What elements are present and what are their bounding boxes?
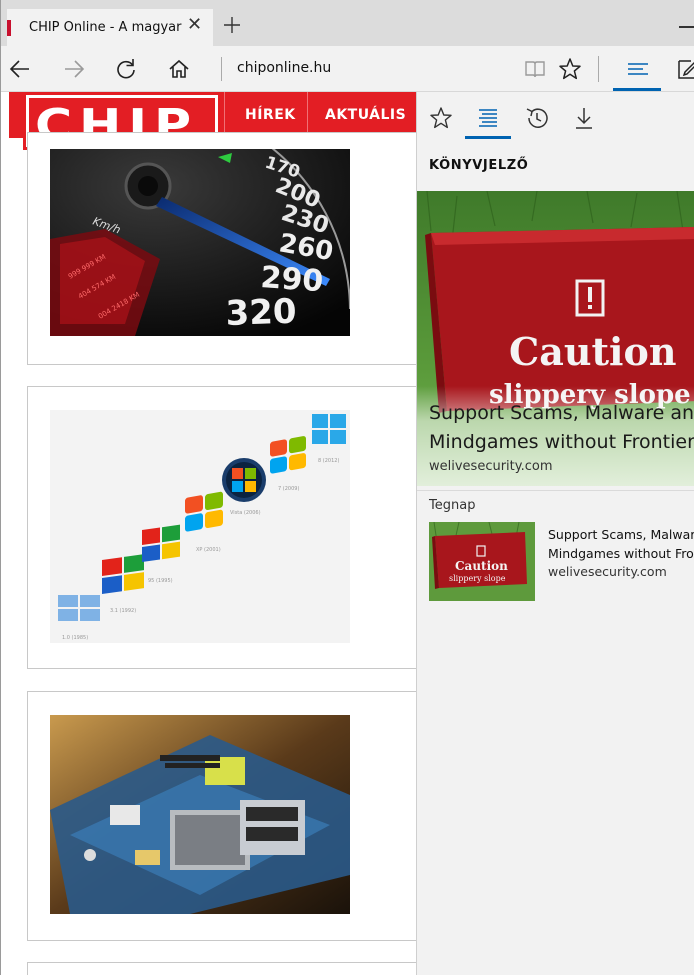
article-card[interactable]	[27, 962, 416, 975]
item-source: welivesecurity.com	[548, 564, 667, 579]
section-label-yesterday: Tegnap	[429, 498, 476, 513]
favorite-star-icon[interactable]	[557, 56, 583, 82]
back-icon[interactable]	[7, 56, 33, 82]
featured-title: Support Scams, Malware and Mindgames wit…	[429, 399, 694, 457]
item-title: Support Scams, Malware and Mindgames wit…	[548, 525, 694, 563]
tab-title: CHIP Online - A magyar	[29, 20, 182, 35]
tab-bar: CHIP Online - A magyar ✕	[1, 0, 694, 46]
article-card[interactable]	[27, 691, 416, 941]
reading-list-icon[interactable]	[474, 104, 502, 132]
web-note-icon[interactable]	[675, 56, 694, 82]
web-page: HÍREK AKTUÁLIS CHIP 999 999 KM 404 574 K…	[1, 92, 416, 975]
hub-active-indicator	[613, 88, 661, 91]
toolbar-separator	[598, 56, 599, 82]
address-bar[interactable]: chiponline.hu	[237, 60, 331, 76]
sign-text-caution: Caution	[509, 329, 676, 374]
item-sign-text-slippery: slippery slope	[449, 574, 506, 583]
new-tab-icon[interactable]	[221, 14, 243, 36]
browser-window: CHIP Online - A magyar ✕ chiponline.hu H…	[0, 0, 694, 975]
hub-icon[interactable]	[625, 56, 651, 82]
minimize-icon[interactable]	[679, 26, 694, 28]
speedometer-image: 999 999 KM 404 574 KM 004 2418 KM Km/h 1…	[50, 149, 350, 336]
article-card[interactable]: 999 999 KM 404 574 KM 004 2418 KM Km/h 1…	[27, 132, 416, 365]
windows-version-label: 3.1 (1992)	[110, 608, 136, 614]
windows-version-label: 8 (2012)	[318, 458, 339, 464]
favorites-icon[interactable]	[427, 104, 455, 132]
hub-heading: KÖNYVJELZŐ	[429, 158, 529, 173]
refresh-icon[interactable]	[113, 56, 139, 82]
forward-icon[interactable]	[61, 56, 87, 82]
speed-number: 320	[225, 292, 297, 334]
featured-reading-item[interactable]: Caution slippery slope Support Scams, Ma…	[417, 191, 694, 486]
tab-close-icon[interactable]: ✕	[187, 16, 202, 34]
tab-favicon	[7, 20, 11, 36]
home-icon[interactable]	[166, 56, 192, 82]
windows-version-label: XP (2001)	[196, 547, 221, 553]
hub-tab-active-indicator	[465, 136, 511, 139]
hub-panel: KÖNYVJELZŐ Caution Support Scams, Malwar…	[416, 92, 694, 975]
featured-title-line: Support Scams, Malware and	[429, 402, 694, 424]
featured-title-line: Mindgames without Frontiers	[429, 431, 694, 453]
browser-tab[interactable]: CHIP Online - A magyar ✕	[7, 9, 213, 46]
windows-version-label: Vista (2006)	[230, 510, 261, 516]
nav-hirek[interactable]: HÍREK	[245, 107, 296, 123]
windows-history-image: 1.0 (1985) 3.1 (1992) 95 (1995) XP (2001…	[50, 410, 350, 643]
circuit-board-image	[50, 715, 350, 914]
nav-aktualis[interactable]: AKTUÁLIS	[325, 107, 406, 123]
history-icon[interactable]	[523, 104, 551, 132]
item-thumbnail: Caution slippery slope	[429, 522, 535, 601]
featured-source: welivesecurity.com	[429, 459, 553, 474]
article-card[interactable]: 1.0 (1985) 3.1 (1992) 95 (1995) XP (2001…	[27, 386, 416, 669]
item-title-line: Mindgames without Frontiers	[548, 546, 694, 561]
hub-divider	[417, 490, 694, 491]
windows-version-label: 1.0 (1985)	[62, 635, 88, 641]
navigation-toolbar: chiponline.hu	[1, 46, 694, 92]
windows-version-label: 95 (1995)	[148, 578, 173, 584]
downloads-icon[interactable]	[570, 104, 598, 132]
windows-version-label: 7 (2009)	[278, 486, 299, 492]
reading-view-icon[interactable]	[522, 56, 548, 82]
item-title-line: Support Scams, Malware and	[548, 527, 694, 542]
item-sign-text-caution: Caution	[455, 559, 508, 573]
address-separator	[221, 57, 222, 81]
